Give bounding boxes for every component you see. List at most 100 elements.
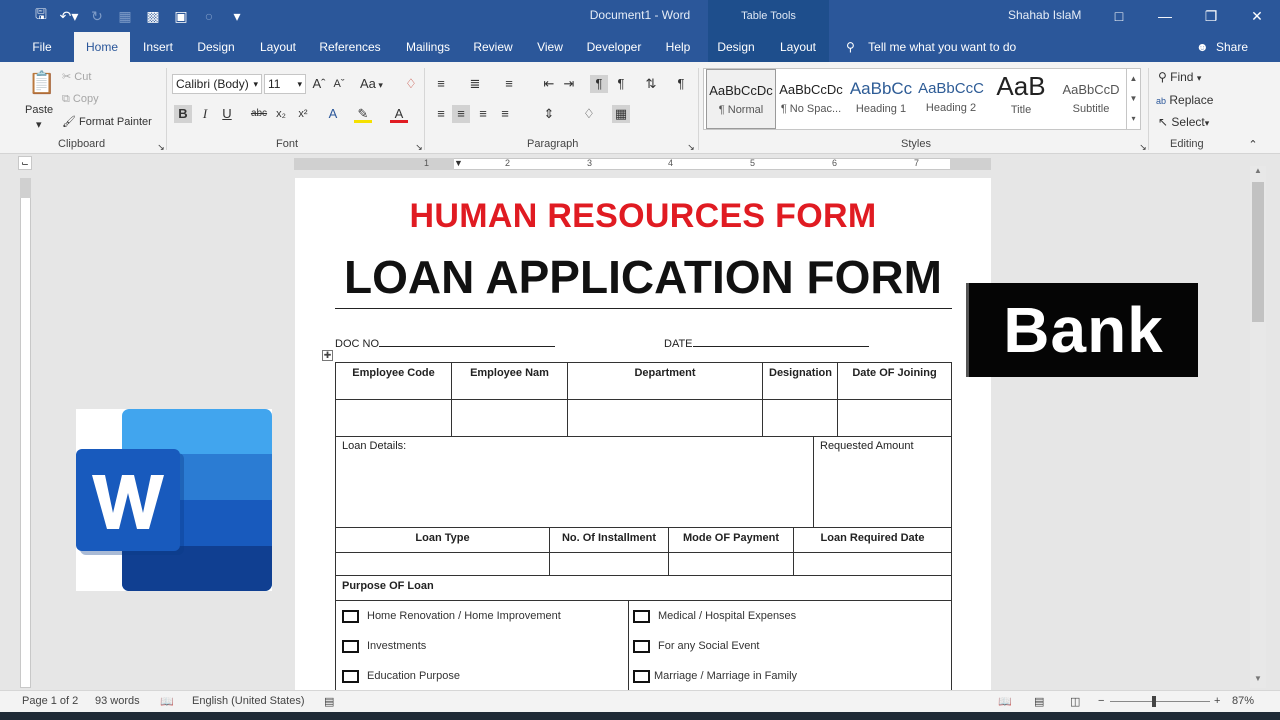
table-move-handle-icon[interactable]: ✚ xyxy=(322,350,333,361)
checkbox[interactable] xyxy=(342,639,359,653)
tab-design[interactable]: Design xyxy=(192,32,240,62)
loan-details-cell[interactable]: Loan Details: xyxy=(335,436,814,528)
shading-icon[interactable]: ♢ xyxy=(580,105,598,123)
tab-table-design[interactable]: Design xyxy=(712,32,760,62)
cell-mode-of-payment[interactable] xyxy=(668,552,794,576)
paste-dropdown-icon[interactable]: ▾ xyxy=(36,118,42,131)
checkbox[interactable] xyxy=(342,609,359,623)
requested-amount-cell[interactable]: Requested Amount xyxy=(813,436,952,528)
purpose-option[interactable]: Education Purpose xyxy=(342,661,622,691)
font-color-icon[interactable]: A xyxy=(390,105,408,123)
doc-no-field[interactable]: DOC NO xyxy=(335,338,555,350)
bullets-icon[interactable]: ≡ xyxy=(432,75,450,93)
replace-button[interactable]: ab Replace xyxy=(1156,93,1213,107)
purpose-option[interactable]: Home Renovation / Home Improvement xyxy=(342,601,622,631)
language[interactable]: English (United States) xyxy=(192,695,305,707)
zoom-slider[interactable] xyxy=(1110,701,1210,702)
tab-home[interactable]: Home xyxy=(74,32,130,62)
tab-mailings[interactable]: Mailings xyxy=(398,32,458,62)
collapse-ribbon-icon[interactable]: ⌃ xyxy=(1244,136,1262,154)
paste-icon[interactable]: 📋 xyxy=(28,70,55,96)
minimize-icon[interactable]: — xyxy=(1142,0,1188,32)
close-icon[interactable]: ✕ xyxy=(1234,0,1280,32)
sort-icon[interactable]: ⇅ xyxy=(642,75,660,93)
purpose-option[interactable]: Marriage / Marriage in Family xyxy=(633,661,947,691)
subscript-icon[interactable]: x₂ xyxy=(272,105,290,123)
zoom-level[interactable]: 87% xyxy=(1232,695,1254,707)
restore-icon[interactable]: ❐ xyxy=(1188,0,1234,32)
cell-department[interactable] xyxy=(567,399,763,437)
find-button[interactable]: ⚲ Find ▾ xyxy=(1158,70,1201,84)
new-table-icon[interactable]: ▦ xyxy=(114,6,136,26)
web-layout-icon[interactable]: ◫ xyxy=(1070,695,1080,708)
cell-designation[interactable] xyxy=(762,399,838,437)
ribbon-display-icon[interactable]: □ xyxy=(1096,0,1142,32)
decrease-indent-icon[interactable]: ⇤ xyxy=(540,75,558,93)
indent-marker-icon[interactable]: ▼ xyxy=(454,158,463,168)
copy-button[interactable]: ⧉ Copy xyxy=(62,93,99,106)
tab-layout[interactable]: Layout xyxy=(254,32,302,62)
text-effects-icon[interactable]: A xyxy=(324,105,342,123)
bold-icon[interactable]: B xyxy=(174,105,192,123)
purpose-option[interactable]: Investments xyxy=(342,631,622,661)
numbering-icon[interactable]: ≣ xyxy=(466,75,484,93)
save-icon[interactable]: 🖫 xyxy=(30,6,52,26)
format-painter-button[interactable]: 🖌 Format Painter xyxy=(62,115,152,128)
italic-icon[interactable]: I xyxy=(196,105,214,123)
tab-references[interactable]: References xyxy=(316,32,384,62)
styles-launcher-icon[interactable]: ↘ xyxy=(1134,138,1152,156)
justify-icon[interactable]: ≡ xyxy=(496,105,514,123)
customize-qat-icon[interactable]: ▾ xyxy=(226,6,248,26)
document-page[interactable]: HUMAN RESOURCES FORM LOAN APPLICATION FO… xyxy=(295,178,991,691)
clear-formatting-icon[interactable]: ♢ xyxy=(402,75,420,93)
multilevel-list-icon[interactable]: ≡ xyxy=(500,75,518,93)
select-button[interactable]: ↖ Select▾ xyxy=(1158,115,1209,129)
tab-view[interactable]: View xyxy=(530,32,570,62)
style-normal[interactable]: AaBbCcDc ¶ Normal xyxy=(706,69,776,129)
cell-date-of-joining[interactable] xyxy=(837,399,952,437)
macro-icon[interactable]: ▤ xyxy=(324,695,334,708)
font-name-combo[interactable]: Calibri (Body) ▾ xyxy=(172,74,262,94)
cell-loan-required-date[interactable] xyxy=(793,552,952,576)
vertical-ruler[interactable] xyxy=(20,178,31,688)
styles-scroll[interactable]: ▲ ▼ ▾ xyxy=(1126,69,1140,129)
page-count[interactable]: Page 1 of 2 xyxy=(22,695,78,707)
grow-font-icon[interactable]: Aˆ xyxy=(310,75,328,93)
tab-developer[interactable]: Developer xyxy=(582,32,646,62)
zoom-slider-thumb[interactable] xyxy=(1152,696,1156,707)
align-right-icon[interactable]: ≡ xyxy=(474,105,492,123)
undo-icon[interactable]: ↶▾ xyxy=(58,6,80,26)
scroll-down-icon[interactable]: ▼ xyxy=(1250,674,1266,688)
cell-loan-type[interactable] xyxy=(335,552,550,576)
highlight-icon[interactable]: ✎ xyxy=(354,105,372,123)
cell-employee-name[interactable] xyxy=(451,399,568,437)
redo-icon[interactable]: ↻ xyxy=(86,6,108,26)
tab-help[interactable]: Help xyxy=(658,32,698,62)
align-center-icon[interactable]: ≡ xyxy=(452,105,470,123)
checkbox[interactable] xyxy=(633,609,650,623)
purpose-option[interactable]: For any Social Event xyxy=(633,631,947,661)
cut-button[interactable]: ✂ Cut xyxy=(62,70,91,83)
line-spacing-icon[interactable]: ⇕ xyxy=(540,105,558,123)
share-button[interactable]: ☻ Share xyxy=(1196,32,1248,62)
zoom-in-icon[interactable]: + xyxy=(1214,695,1220,707)
tell-me-search[interactable]: ⚲ Tell me what you want to do xyxy=(846,32,1016,62)
print-layout-icon[interactable]: ▤ xyxy=(1034,695,1044,708)
purpose-option[interactable]: Medical / Hospital Expenses xyxy=(633,601,947,631)
rtl-icon[interactable]: ¶ xyxy=(612,75,630,93)
tab-selector[interactable]: ⌙ xyxy=(18,156,32,170)
change-case-button[interactable]: Aa ▾ xyxy=(360,76,383,91)
style-subtitle[interactable]: AaBbCcD Subtitle xyxy=(1056,69,1126,129)
checkbox[interactable] xyxy=(633,669,650,683)
scroll-up-icon[interactable]: ▲ xyxy=(1250,166,1266,180)
font-size-combo[interactable]: 11 ▾ xyxy=(264,74,306,94)
borders-icon[interactable]: ▦ xyxy=(612,105,630,123)
style-title[interactable]: AaB Title xyxy=(986,69,1056,129)
print-preview-icon[interactable]: ▣ xyxy=(170,6,192,26)
style-no-spacing[interactable]: AaBbCcDc ¶ No Spac... xyxy=(776,69,846,129)
shrink-font-icon[interactable]: Aˇ xyxy=(330,75,348,93)
checkbox[interactable] xyxy=(342,669,359,683)
date-field[interactable]: DATE xyxy=(664,338,869,350)
tab-file[interactable]: File xyxy=(22,32,62,62)
touch-mode-icon[interactable]: ▩ xyxy=(142,6,164,26)
